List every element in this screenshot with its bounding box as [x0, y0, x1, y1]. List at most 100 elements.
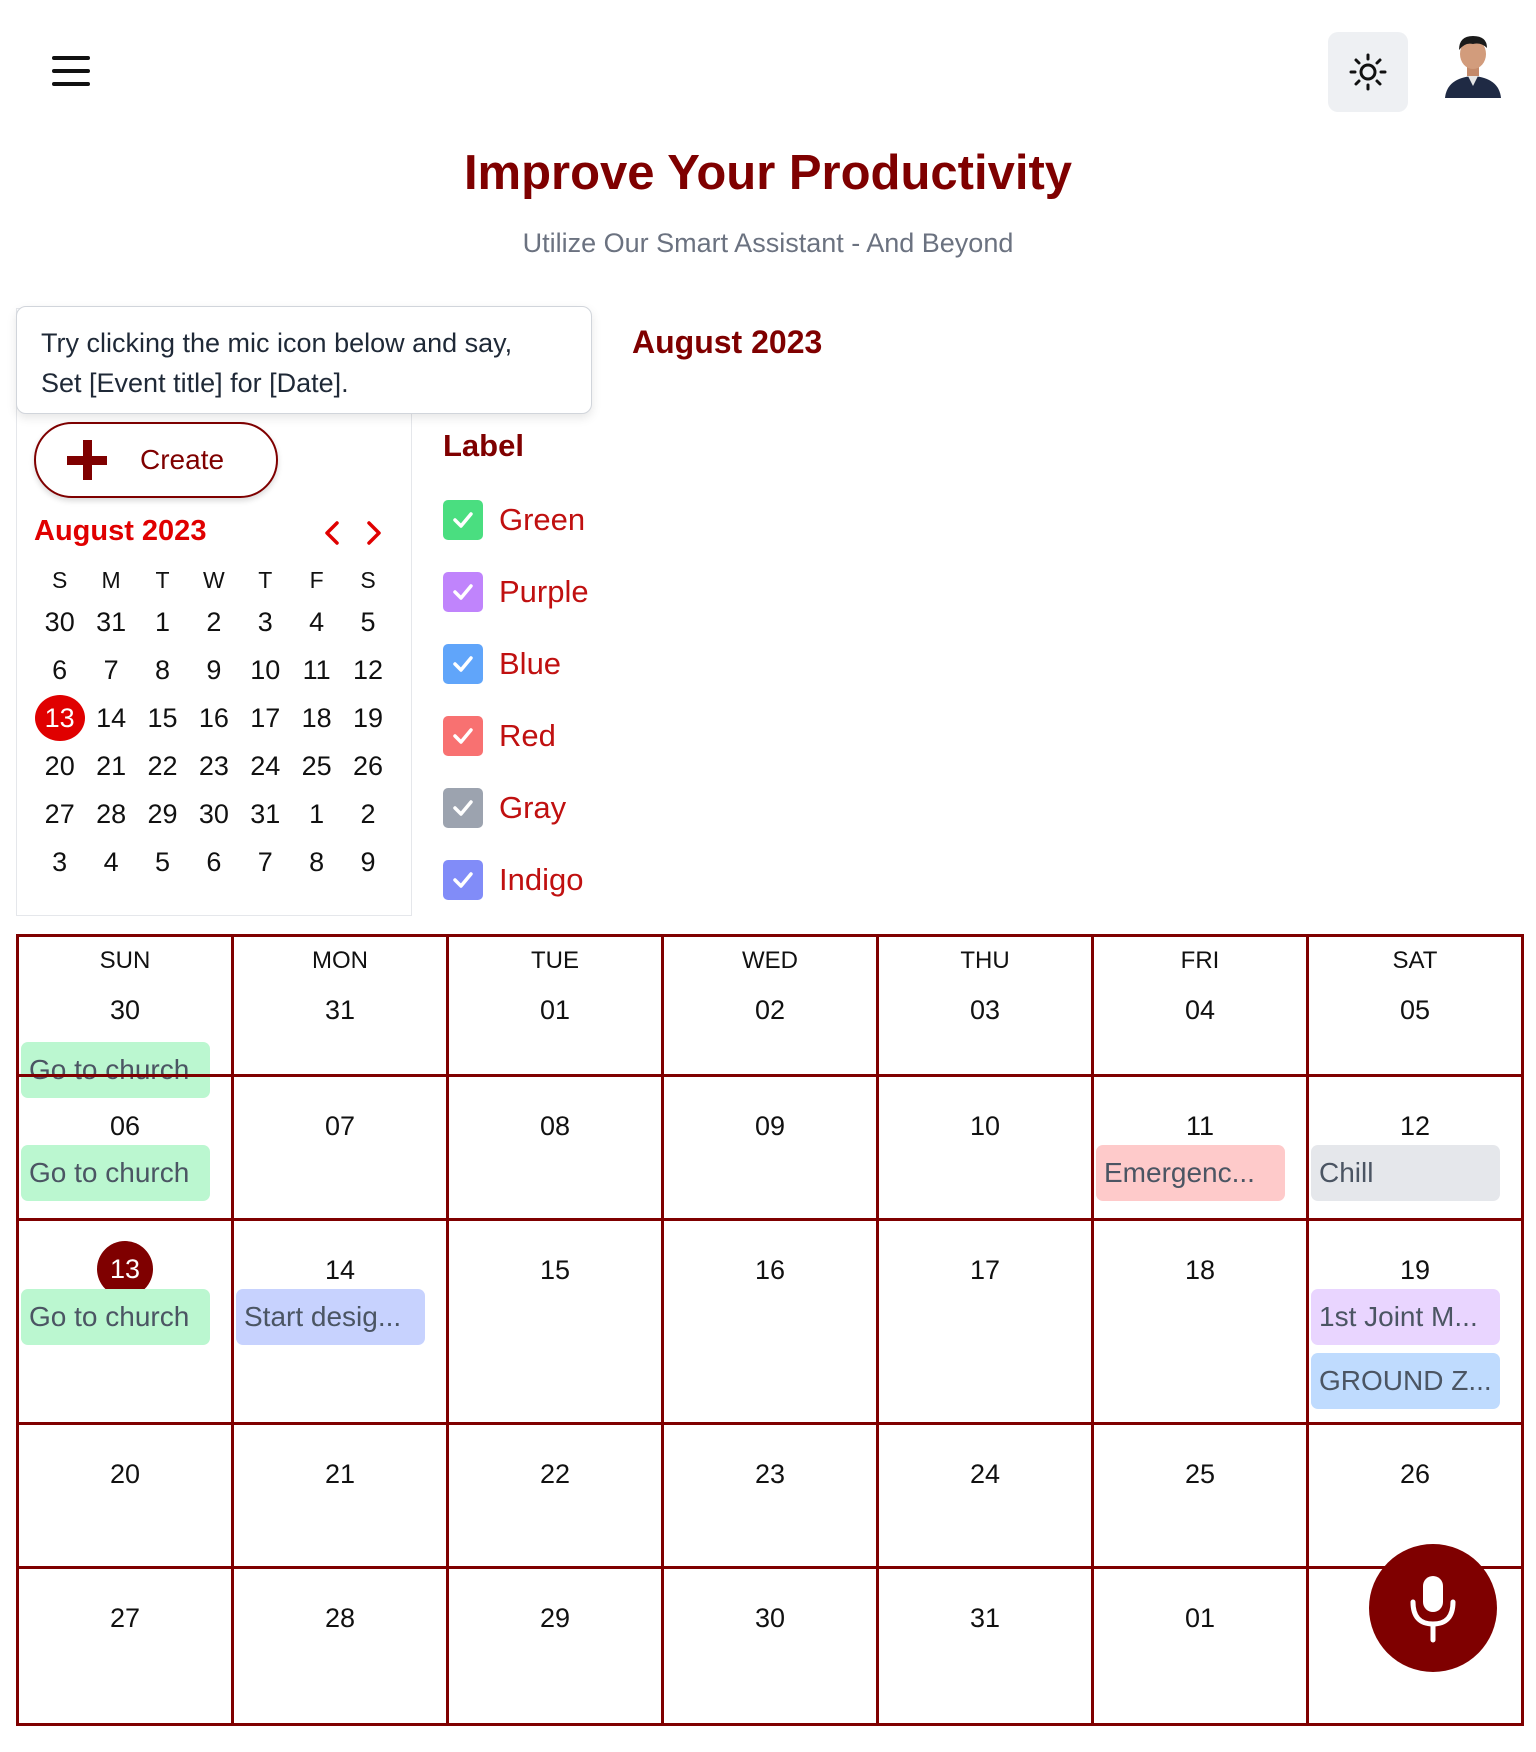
mini-day[interactable]: 3 [34, 847, 85, 878]
mini-day[interactable]: 22 [137, 751, 188, 782]
day-cell[interactable]: WED 02 [661, 934, 879, 1077]
checkbox[interactable] [443, 572, 483, 612]
mini-day[interactable]: 17 [240, 703, 291, 734]
mini-day[interactable]: 4 [85, 847, 136, 878]
day-cell[interactable]: 06 Go to church [16, 1074, 234, 1221]
mini-day[interactable]: 4 [291, 607, 342, 638]
mini-day[interactable]: 9 [342, 847, 393, 878]
mini-day[interactable]: 30 [188, 799, 239, 830]
day-cell[interactable]: 19 1st Joint M... GROUND Z... [1306, 1218, 1524, 1425]
mini-day-today[interactable]: 13 [34, 695, 85, 741]
mini-day[interactable]: 15 [137, 703, 188, 734]
mini-day[interactable]: 12 [342, 655, 393, 686]
day-cell[interactable]: 25 [1091, 1422, 1309, 1569]
theme-toggle-button[interactable] [1328, 32, 1408, 112]
mini-day[interactable]: 8 [137, 655, 188, 686]
calendar-event[interactable]: Start desig... [236, 1289, 425, 1345]
mini-day[interactable]: 5 [137, 847, 188, 878]
mini-day[interactable]: 26 [342, 751, 393, 782]
day-cell[interactable]: 24 [876, 1422, 1094, 1569]
mini-day[interactable]: 2 [188, 607, 239, 638]
mini-day[interactable]: 28 [85, 799, 136, 830]
day-cell[interactable]: 22 [446, 1422, 664, 1569]
calendar-event[interactable]: 1st Joint M... [1311, 1289, 1500, 1345]
mini-day[interactable]: 31 [240, 799, 291, 830]
day-cell[interactable]: 23 [661, 1422, 879, 1569]
label-filter-indigo[interactable]: Indigo [443, 858, 583, 902]
day-cell[interactable]: 31 [876, 1566, 1094, 1726]
day-cell[interactable]: SAT 05 [1306, 934, 1524, 1077]
calendar-event[interactable]: Go to church [21, 1289, 210, 1345]
prev-month-button[interactable] [318, 516, 348, 550]
mic-button[interactable] [1369, 1544, 1497, 1672]
day-cell[interactable]: TUE 01 [446, 934, 664, 1077]
calendar-event[interactable]: Emergenc... [1096, 1145, 1285, 1201]
mini-day[interactable]: 14 [85, 703, 136, 734]
mini-day[interactable]: 11 [291, 655, 342, 686]
next-month-button[interactable] [358, 516, 388, 550]
mini-day[interactable]: 23 [188, 751, 239, 782]
calendar-event[interactable]: Chill [1311, 1145, 1500, 1201]
day-cell[interactable]: 29 [446, 1566, 664, 1726]
day-cell[interactable]: 14 Start desig... [231, 1218, 449, 1425]
day-cell[interactable]: 08 [446, 1074, 664, 1221]
checkbox[interactable] [443, 788, 483, 828]
mini-day[interactable]: 7 [240, 847, 291, 878]
day-cell[interactable]: 28 [231, 1566, 449, 1726]
mini-day[interactable]: 30 [34, 607, 85, 638]
day-cell[interactable]: 20 [16, 1422, 234, 1569]
calendar-event[interactable]: Go to church [21, 1145, 210, 1201]
day-cell[interactable]: MON 31 [231, 934, 449, 1077]
day-cell[interactable]: FRI 04 [1091, 934, 1309, 1077]
checkbox[interactable] [443, 500, 483, 540]
mini-day[interactable]: 18 [291, 703, 342, 734]
mini-day[interactable]: 19 [342, 703, 393, 734]
mini-day[interactable]: 2 [342, 799, 393, 830]
day-cell[interactable]: 07 [231, 1074, 449, 1221]
checkbox[interactable] [443, 716, 483, 756]
mini-day[interactable]: 10 [240, 655, 291, 686]
mini-day[interactable]: 1 [137, 607, 188, 638]
day-cell[interactable]: 30 [661, 1566, 879, 1726]
mini-day[interactable]: 7 [85, 655, 136, 686]
day-cell[interactable]: 13 Go to church [16, 1218, 234, 1425]
mini-day[interactable]: 16 [188, 703, 239, 734]
day-cell[interactable]: 15 [446, 1218, 664, 1425]
checkbox[interactable] [443, 644, 483, 684]
day-cell[interactable]: 01 [1091, 1566, 1309, 1726]
mini-day[interactable]: 3 [240, 607, 291, 638]
mini-day[interactable]: 25 [291, 751, 342, 782]
mini-day[interactable]: 20 [34, 751, 85, 782]
mini-day[interactable]: 1 [291, 799, 342, 830]
label-filter-gray[interactable]: Gray [443, 786, 566, 830]
day-cell[interactable]: 11 Emergenc... [1091, 1074, 1309, 1221]
day-cell[interactable]: 10 [876, 1074, 1094, 1221]
day-cell[interactable]: 21 [231, 1422, 449, 1569]
mini-day[interactable]: 21 [85, 751, 136, 782]
label-filter-blue[interactable]: Blue [443, 642, 561, 686]
user-avatar[interactable] [1443, 30, 1503, 98]
day-cell[interactable]: 12 Chill [1306, 1074, 1524, 1221]
mini-day[interactable]: 27 [34, 799, 85, 830]
mini-day[interactable]: 6 [34, 655, 85, 686]
day-cell[interactable]: 18 [1091, 1218, 1309, 1425]
hamburger-icon[interactable] [52, 56, 90, 86]
create-event-button[interactable]: Create [34, 422, 278, 498]
day-cell[interactable]: 27 [16, 1566, 234, 1726]
day-cell[interactable]: 09 [661, 1074, 879, 1221]
mini-day[interactable]: 9 [188, 655, 239, 686]
mini-day[interactable]: 6 [188, 847, 239, 878]
day-cell[interactable]: SUN 30 Go to church [16, 934, 234, 1098]
mini-day[interactable]: 29 [137, 799, 188, 830]
checkbox[interactable] [443, 860, 483, 900]
calendar-event[interactable]: GROUND Z... [1311, 1353, 1500, 1409]
day-cell[interactable]: 17 [876, 1218, 1094, 1425]
mini-day[interactable]: 8 [291, 847, 342, 878]
day-cell[interactable]: THU 03 [876, 934, 1094, 1077]
day-cell[interactable]: 16 [661, 1218, 879, 1425]
label-filter-green[interactable]: Green [443, 498, 585, 542]
mini-day[interactable]: 24 [240, 751, 291, 782]
mini-day[interactable]: 31 [85, 607, 136, 638]
label-filter-purple[interactable]: Purple [443, 570, 589, 614]
mini-day[interactable]: 5 [342, 607, 393, 638]
